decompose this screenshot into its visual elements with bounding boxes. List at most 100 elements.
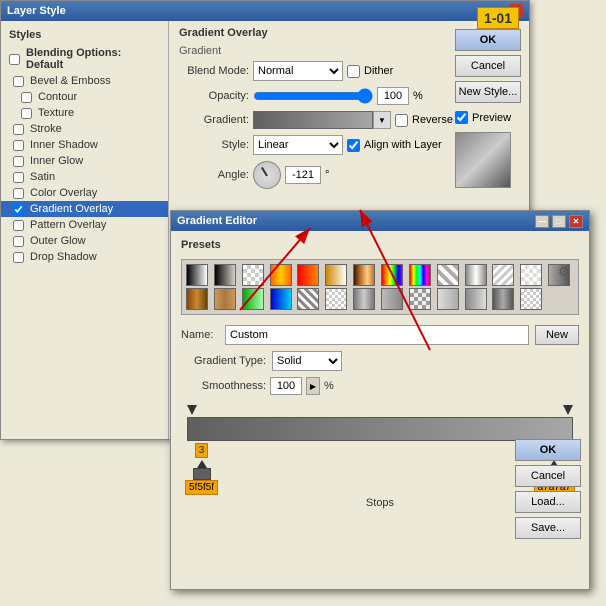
angle-dial[interactable] xyxy=(253,161,281,189)
preset-striped2[interactable] xyxy=(297,288,319,310)
sidebar-item-gradient-overlay[interactable]: Gradient Overlay xyxy=(1,201,168,217)
sidebar-item-bevel[interactable]: Bevel & Emboss xyxy=(1,73,168,89)
preset-gold[interactable] xyxy=(270,264,292,286)
gradient-overlay-checkbox[interactable] xyxy=(13,204,24,215)
new-button[interactable]: New xyxy=(535,325,579,345)
blend-mode-select[interactable]: Normal Multiply Screen xyxy=(253,61,343,81)
maximize-icon[interactable]: □ xyxy=(552,215,566,228)
angle-input[interactable] xyxy=(285,166,321,184)
minimize-icon[interactable]: — xyxy=(535,215,549,228)
preset-bronze[interactable] xyxy=(214,288,236,310)
preset-gray2[interactable] xyxy=(353,288,375,310)
close-icon[interactable]: ✕ xyxy=(569,215,583,228)
sidebar-item-inner-shadow[interactable]: Inner Shadow xyxy=(1,137,168,153)
sidebar-item-satin[interactable]: Satin xyxy=(1,169,168,185)
inner-shadow-checkbox[interactable] xyxy=(13,140,24,151)
preset-copper[interactable] xyxy=(353,264,375,286)
preset-gray4[interactable] xyxy=(409,288,431,310)
gear-icon[interactable]: ⚙ xyxy=(558,264,574,280)
preset-rainbow[interactable] xyxy=(381,264,403,286)
sidebar-item-inner-glow[interactable]: Inner Glow xyxy=(1,153,168,169)
preset-spectrum[interactable] xyxy=(409,264,431,286)
preset-diagonal[interactable] xyxy=(492,264,514,286)
smoothness-row: Smoothness: ▶ % xyxy=(181,377,579,395)
sidebar-item-contour[interactable]: Contour xyxy=(1,89,168,105)
satin-checkbox[interactable] xyxy=(13,172,24,183)
preset-black-white[interactable] xyxy=(186,264,208,286)
opacity-input[interactable] xyxy=(377,87,409,105)
contour-checkbox[interactable] xyxy=(21,92,32,103)
gradient-bar-main[interactable] xyxy=(187,417,573,441)
sidebar-item-label: Color Overlay xyxy=(30,187,97,199)
dither-checkbox[interactable] xyxy=(347,65,360,78)
ge-cancel-button[interactable]: Cancel xyxy=(515,465,581,487)
align-checkbox[interactable] xyxy=(347,139,360,152)
preset-red-orange[interactable] xyxy=(297,264,319,286)
sidebar-item-label: Blending Options: Default xyxy=(26,47,160,71)
preset-gray8[interactable] xyxy=(520,288,542,310)
sidebar-item-blending[interactable]: Blending Options: Default xyxy=(1,45,168,73)
gradient-picker[interactable]: ▼ xyxy=(253,111,391,129)
reverse-checkbox[interactable] xyxy=(395,114,408,127)
presets-grid xyxy=(186,264,574,310)
preset-gray7[interactable] xyxy=(492,288,514,310)
preview-box xyxy=(455,132,511,188)
sidebar-item-drop-shadow[interactable]: Drop Shadow xyxy=(1,249,168,265)
sidebar-item-outer-glow[interactable]: Outer Glow xyxy=(1,233,168,249)
preset-transparent-white[interactable] xyxy=(242,264,264,286)
color-overlay-checkbox[interactable] xyxy=(13,188,24,199)
gradient-type-select[interactable]: Solid Noise xyxy=(272,351,342,371)
ge-ok-button[interactable]: OK xyxy=(515,439,581,461)
ge-save-button[interactable]: Save... xyxy=(515,517,581,539)
sidebar-item-stroke[interactable]: Stroke xyxy=(1,121,168,137)
preset-green[interactable] xyxy=(242,288,264,310)
name-input[interactable] xyxy=(225,325,529,345)
pattern-overlay-checkbox[interactable] xyxy=(13,220,24,231)
smoothness-arrow[interactable]: ▶ xyxy=(306,377,320,395)
preset-silver[interactable] xyxy=(465,264,487,286)
preset-orange-white[interactable] xyxy=(325,264,347,286)
blending-checkbox[interactable] xyxy=(9,54,20,65)
left-stop-arrow[interactable] xyxy=(197,460,207,468)
gradient-label: Gradient: xyxy=(179,114,249,126)
preset-gray3[interactable] xyxy=(381,288,403,310)
gradient-bar[interactable] xyxy=(253,111,373,129)
titlebar-controls: — □ ✕ xyxy=(535,215,583,228)
preset-orange-brown[interactable] xyxy=(186,288,208,310)
style-select[interactable]: Linear Radial Angle xyxy=(253,135,343,155)
preset-gray6[interactable] xyxy=(465,288,487,310)
sidebar-item-texture[interactable]: Texture xyxy=(1,105,168,121)
stroke-checkbox[interactable] xyxy=(13,124,24,135)
sidebar-item-label: Bevel & Emboss xyxy=(30,75,111,87)
preset-transparent-stripe[interactable] xyxy=(437,264,459,286)
preset-checker2[interactable] xyxy=(325,288,347,310)
ok-button[interactable]: OK xyxy=(455,29,521,51)
opacity-unit: % xyxy=(413,90,423,102)
smoothness-input[interactable] xyxy=(270,377,302,395)
sidebar-item-pattern-overlay[interactable]: Pattern Overlay xyxy=(1,217,168,233)
opacity-slider[interactable] xyxy=(253,88,373,104)
gradient-dropdown-btn[interactable]: ▼ xyxy=(373,111,391,129)
bevel-checkbox[interactable] xyxy=(13,76,24,87)
preset-gray5[interactable] xyxy=(437,288,459,310)
preset-blue[interactable] xyxy=(270,288,292,310)
opacity-stop-left[interactable] xyxy=(187,405,197,415)
preset-black-transparent[interactable] xyxy=(214,264,236,286)
sidebar-item-label: Drop Shadow xyxy=(30,251,97,263)
new-style-button[interactable]: New Style... xyxy=(455,81,521,103)
sidebar-item-color-overlay[interactable]: Color Overlay xyxy=(1,185,168,201)
inner-glow-checkbox[interactable] xyxy=(13,156,24,167)
preview-label: Preview xyxy=(472,112,511,124)
cancel-button[interactable]: Cancel xyxy=(455,55,521,77)
ge-load-button[interactable]: Load... xyxy=(515,491,581,513)
preset-checker1[interactable] xyxy=(520,264,542,286)
sidebar-title: Styles xyxy=(1,25,168,45)
opacity-stop-right[interactable] xyxy=(563,405,573,415)
layer-style-titlebar: Layer Style ✕ xyxy=(1,1,529,21)
blend-mode-label: Blend Mode: xyxy=(179,65,249,77)
left-stop-swatch[interactable] xyxy=(193,468,211,480)
drop-shadow-checkbox[interactable] xyxy=(13,252,24,263)
texture-checkbox[interactable] xyxy=(21,108,32,119)
preview-checkbox[interactable] xyxy=(455,111,468,124)
outer-glow-checkbox[interactable] xyxy=(13,236,24,247)
